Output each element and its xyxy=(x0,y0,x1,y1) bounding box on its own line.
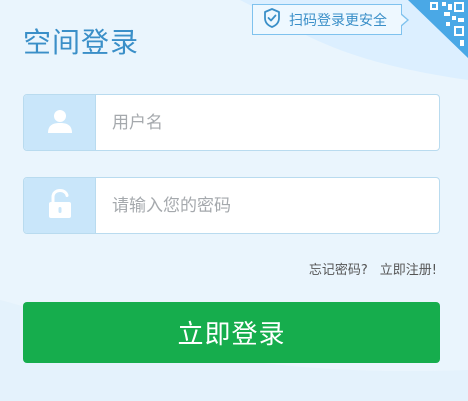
qr-login-tip[interactable]: 扫码登录更安全 xyxy=(252,4,409,35)
qr-tip-label: 扫码登录更安全 xyxy=(289,12,387,29)
account-links: 忘记密码? 立即注册! xyxy=(309,259,437,278)
user-icon xyxy=(47,108,73,138)
username-field[interactable] xyxy=(23,94,440,151)
login-button[interactable]: 立即登录 xyxy=(23,302,440,363)
page-title: 空间登录 xyxy=(23,26,140,59)
qr-code-icon[interactable] xyxy=(408,0,468,58)
unlock-icon xyxy=(48,188,72,223)
forgot-password-link[interactable]: 忘记密码? xyxy=(309,263,368,278)
shield-check-icon xyxy=(263,7,281,32)
password-field[interactable] xyxy=(23,177,440,234)
username-icon-box xyxy=(24,95,96,150)
tip-arrow-inner xyxy=(400,14,407,26)
password-icon-box xyxy=(24,178,96,233)
password-input[interactable] xyxy=(112,178,422,233)
register-link[interactable]: 立即注册! xyxy=(380,263,437,278)
username-input[interactable] xyxy=(112,95,422,150)
